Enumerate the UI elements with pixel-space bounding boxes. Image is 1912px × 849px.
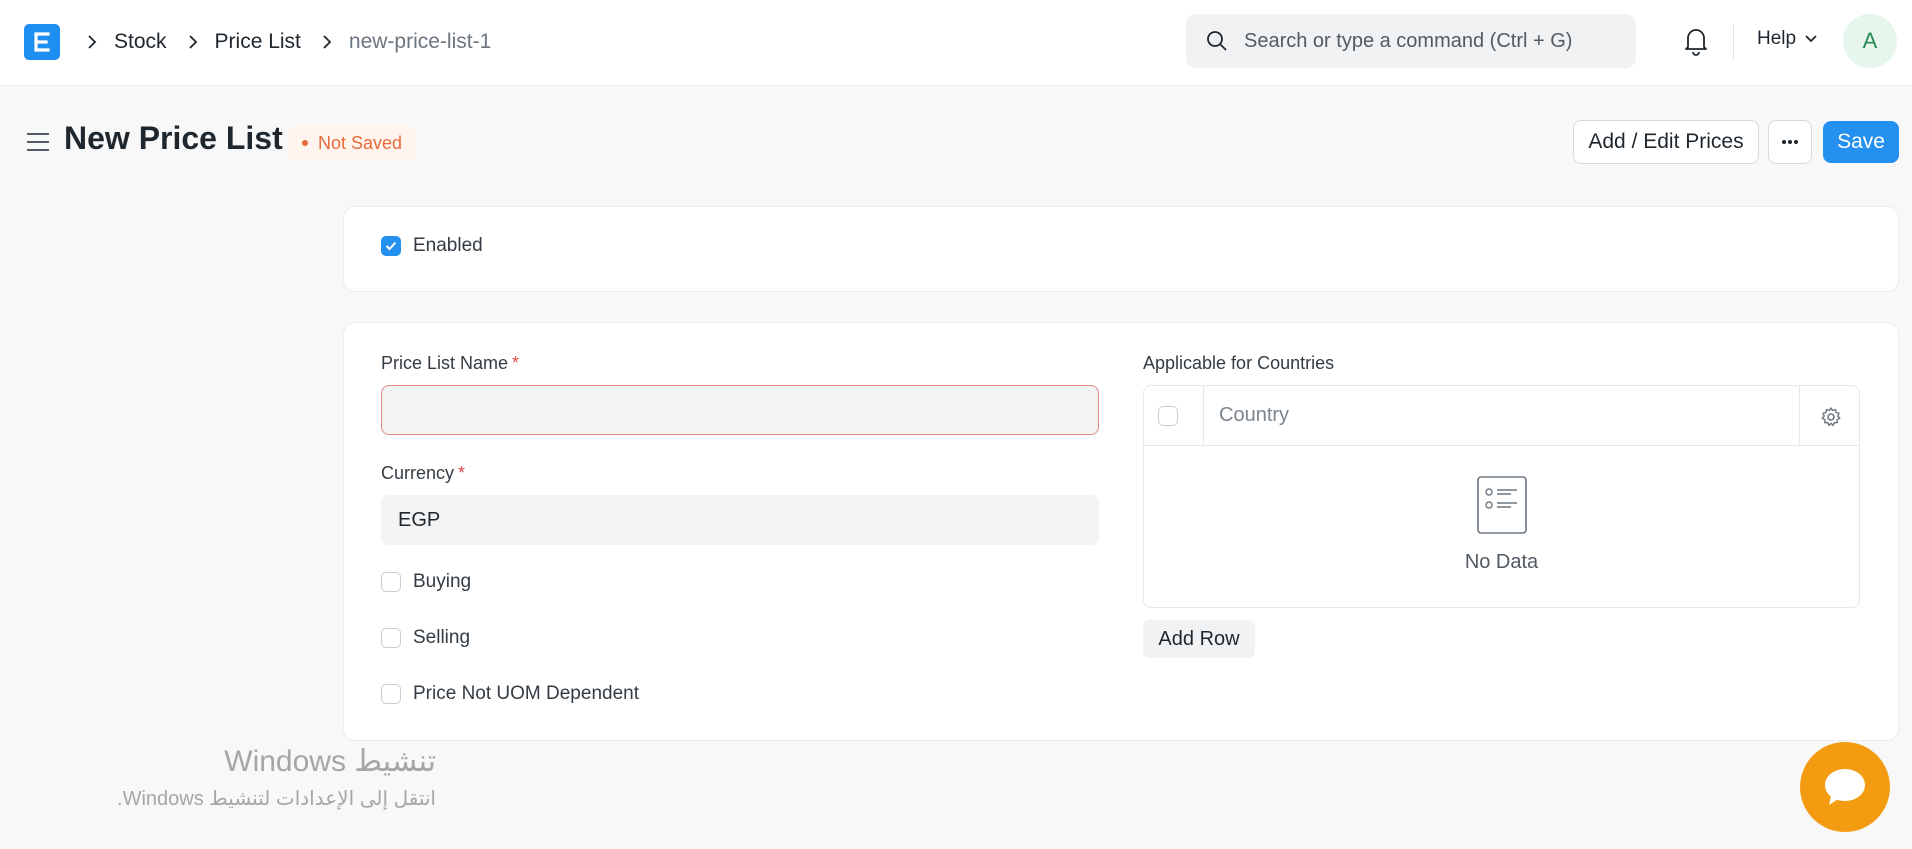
help-label: Help	[1757, 28, 1797, 49]
gear-icon[interactable]	[1820, 406, 1842, 428]
enabled-checkbox[interactable]	[381, 236, 401, 256]
buying-checkbox[interactable]	[381, 572, 401, 592]
column-divider	[1799, 386, 1800, 446]
breadcrumb: Stock Price List new-price-list-1	[80, 24, 505, 60]
navbar-divider	[1733, 24, 1734, 60]
countries-label: Applicable for Countries	[1143, 353, 1335, 373]
buying-label: Buying	[413, 571, 472, 592]
price-list-name-label: Price List Name *	[381, 353, 519, 374]
currency-label: Currency *	[381, 463, 465, 484]
help-dropdown[interactable]: Help	[1757, 28, 1818, 50]
select-all-checkbox[interactable]	[1158, 406, 1178, 426]
status-dot	[302, 140, 308, 146]
status-label: Not Saved	[318, 132, 403, 153]
empty-list-icon	[1477, 476, 1527, 534]
column-country: Country	[1219, 404, 1290, 426]
navbar: Stock Price List new-price-list-1 Search…	[0, 0, 1912, 86]
details-section: Price List Name * Currency * EGP Buying Se…	[343, 322, 1899, 741]
buying-checkbox-row[interactable]: Buying	[381, 571, 471, 593]
breadcrumb-price-list[interactable]: Price List	[215, 30, 301, 54]
uom-checkbox-row[interactable]: Price Not UOM Dependent	[381, 683, 639, 705]
chevron-down-icon	[1805, 35, 1817, 43]
enabled-label: Enabled	[413, 235, 483, 256]
search-input[interactable]: Search or type a command (Ctrl + G)	[1244, 30, 1572, 53]
price-list-name-input[interactable]	[381, 385, 1099, 435]
enabled-checkbox-row[interactable]: Enabled	[381, 235, 483, 257]
chevron-right-icon	[315, 30, 339, 54]
chat-button[interactable]	[1800, 742, 1890, 832]
ellipsis-icon	[1782, 140, 1798, 144]
save-button[interactable]: Save	[1823, 121, 1899, 163]
app-logo-icon[interactable]	[24, 24, 60, 60]
uom-label: Price Not UOM Dependent	[413, 683, 639, 704]
page-title: New Price List	[64, 120, 283, 156]
price-not-uom-dependent-checkbox[interactable]	[381, 684, 401, 704]
no-data-text: No Data	[1464, 551, 1539, 573]
required-marker: *	[512, 353, 520, 373]
currency-input[interactable]: EGP	[381, 495, 1099, 545]
check-icon	[385, 241, 397, 251]
watermark-subtitle: انتقل إلى الإعدادات لتنشيط Windows.	[117, 788, 436, 810]
required-marker: *	[458, 463, 466, 483]
countries-table: Country No Data	[1143, 385, 1860, 608]
more-actions-button[interactable]	[1768, 120, 1812, 164]
price-list-name-label-text: Price List Name	[381, 353, 509, 373]
column-divider	[1203, 386, 1204, 446]
add-edit-prices-button[interactable]: Add / Edit Prices	[1573, 120, 1759, 164]
search-bar[interactable]: Search or type a command (Ctrl + G)	[1186, 14, 1636, 68]
notification-bell-icon[interactable]	[1682, 26, 1710, 56]
add-row-button[interactable]: Add Row	[1143, 620, 1255, 658]
breadcrumb-current[interactable]: new-price-list-1	[349, 30, 491, 54]
avatar[interactable]: A	[1843, 14, 1897, 68]
currency-label-text: Currency	[381, 463, 455, 483]
table-header: Country	[1144, 386, 1859, 446]
sidebar-toggle-icon[interactable]	[26, 130, 50, 154]
status-badge: Not Saved	[288, 126, 417, 160]
selling-checkbox-row[interactable]: Selling	[381, 627, 470, 649]
breadcrumb-stock[interactable]: Stock	[114, 30, 167, 54]
search-icon	[1207, 31, 1227, 51]
enabled-section: Enabled	[343, 206, 1899, 292]
chevron-right-icon	[80, 30, 104, 54]
selling-label: Selling	[413, 627, 471, 648]
selling-checkbox[interactable]	[381, 628, 401, 648]
chevron-right-icon	[181, 30, 205, 54]
chat-bubble-icon	[1825, 769, 1865, 805]
watermark-title: تنشيط Windows	[224, 745, 436, 778]
